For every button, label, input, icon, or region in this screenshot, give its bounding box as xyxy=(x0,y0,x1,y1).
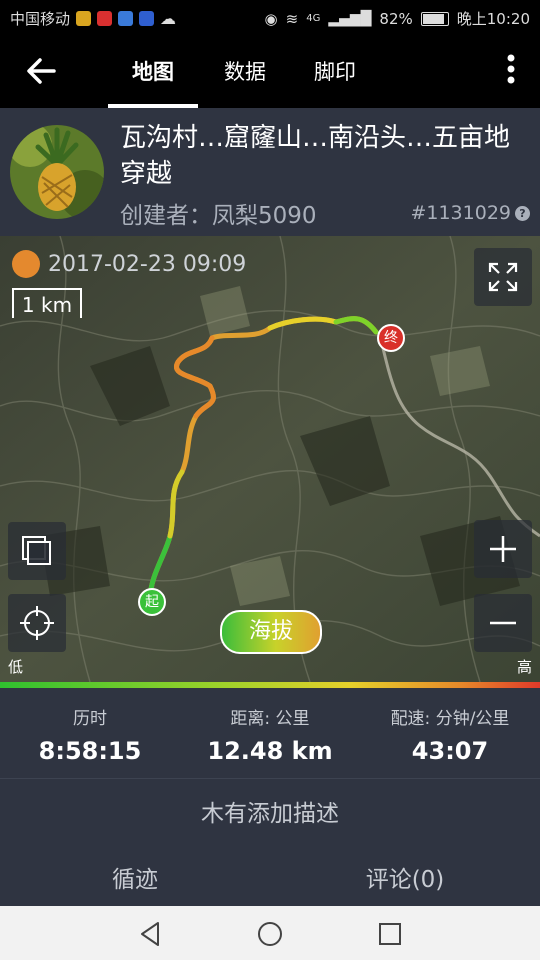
layers-button[interactable] xyxy=(8,522,66,580)
locate-button[interactable] xyxy=(8,594,66,652)
plus-icon xyxy=(490,536,516,562)
start-marker[interactable]: 起 xyxy=(138,588,166,616)
legend-high-label: 高 xyxy=(516,658,532,676)
battery-icon xyxy=(420,11,449,26)
stat-label: 距离: 公里 xyxy=(230,709,310,729)
expand-icon xyxy=(488,262,518,292)
system-nav-bar xyxy=(0,906,540,960)
map-view[interactable]: 2017-02-23 09:09 1 km 起 终 海拔 低 高 xyxy=(0,236,540,682)
minus-icon xyxy=(490,621,516,625)
stat-distance: 距离: 公里 12.48 km xyxy=(180,704,360,765)
wifi-icon: ≋ xyxy=(285,9,299,28)
runner-icon xyxy=(12,250,40,278)
stat-label: 配速: 分钟/公里 xyxy=(390,709,510,729)
map-app-icon xyxy=(118,11,134,26)
track-description[interactable]: 木有添加描述 xyxy=(0,778,540,849)
weather-icon: ☁ xyxy=(160,9,177,28)
battery-percent: 82% xyxy=(379,9,413,28)
clock: 晚上10:20 xyxy=(456,10,530,28)
datetime-label: 2017-02-23 09:09 xyxy=(48,251,247,277)
legend-low-label: 低 xyxy=(8,658,24,676)
nav-home-icon[interactable] xyxy=(256,920,284,948)
app-notification-icon xyxy=(76,11,92,26)
layers-icon xyxy=(22,536,51,565)
track-id: #1131029 ? xyxy=(410,202,530,224)
zoom-in-button[interactable] xyxy=(474,520,532,578)
back-arrow-icon[interactable] xyxy=(24,56,58,86)
track-id-label: #1131029 xyxy=(410,202,511,224)
question-mark-icon[interactable]: ? xyxy=(515,205,530,221)
stat-duration: 历时 8:58:15 xyxy=(0,704,180,765)
track-title: 瓦沟村…窟窿山…南沿头…五亩地穿越 xyxy=(120,123,511,189)
stat-value: 8:58:15 xyxy=(38,737,142,765)
track-header: 瓦沟村…窟窿山…南沿头…五亩地穿越 创建者：凤梨5090 #1131029 ? xyxy=(0,108,540,236)
eye-comfort-icon: ◉ xyxy=(264,9,278,28)
avatar[interactable] xyxy=(10,125,104,219)
crosshair-icon xyxy=(20,606,54,640)
nav-back-icon[interactable] xyxy=(136,920,164,948)
fullscreen-button[interactable] xyxy=(474,248,532,306)
tab-data[interactable]: 数据 xyxy=(200,56,290,86)
comments-button[interactable]: 评论(0) xyxy=(270,860,540,894)
stat-value: 43:07 xyxy=(411,737,489,765)
track-creator[interactable]: 创建者：凤梨5090 xyxy=(120,196,317,230)
track-datetime: 2017-02-23 09:09 xyxy=(12,250,246,278)
tab-map[interactable]: 地图 xyxy=(108,56,198,86)
network-type-label: 4G xyxy=(306,13,321,24)
stats-panel: 历时 8:58:15 距离: 公里 12.48 km 配速: 分钟/公里 43:… xyxy=(0,688,540,778)
stat-value: 12.48 km xyxy=(207,737,333,765)
scale-label: 1 km xyxy=(21,293,73,317)
elevation-toggle-button[interactable]: 海拔 xyxy=(220,610,322,654)
follow-track-button[interactable]: 循迹 xyxy=(0,860,270,894)
video-app-icon xyxy=(97,11,113,26)
more-vertical-icon[interactable] xyxy=(506,54,516,84)
scale-bar: 1 km xyxy=(12,288,82,318)
nav-recents-icon[interactable] xyxy=(376,920,404,948)
baidu-app-icon xyxy=(139,11,155,26)
status-bar: 中国移动 ☁ ◉ ≋ 4G ▂▄▆█ 82% 晚上10:20 xyxy=(0,0,540,36)
carrier-label: 中国移动 xyxy=(10,10,71,28)
bottom-action-bar: 循迹 评论(0) xyxy=(0,848,540,906)
stat-label: 历时 xyxy=(73,709,107,729)
zoom-out-button[interactable] xyxy=(474,594,532,652)
signal-icon: ▂▄▆█ xyxy=(328,10,372,27)
end-marker[interactable]: 终 xyxy=(377,324,405,352)
tab-footprint[interactable]: 脚印 xyxy=(290,56,380,86)
stat-pace: 配速: 分钟/公里 43:07 xyxy=(360,704,540,765)
top-toolbar: 地图 数据 脚印 xyxy=(0,36,540,108)
